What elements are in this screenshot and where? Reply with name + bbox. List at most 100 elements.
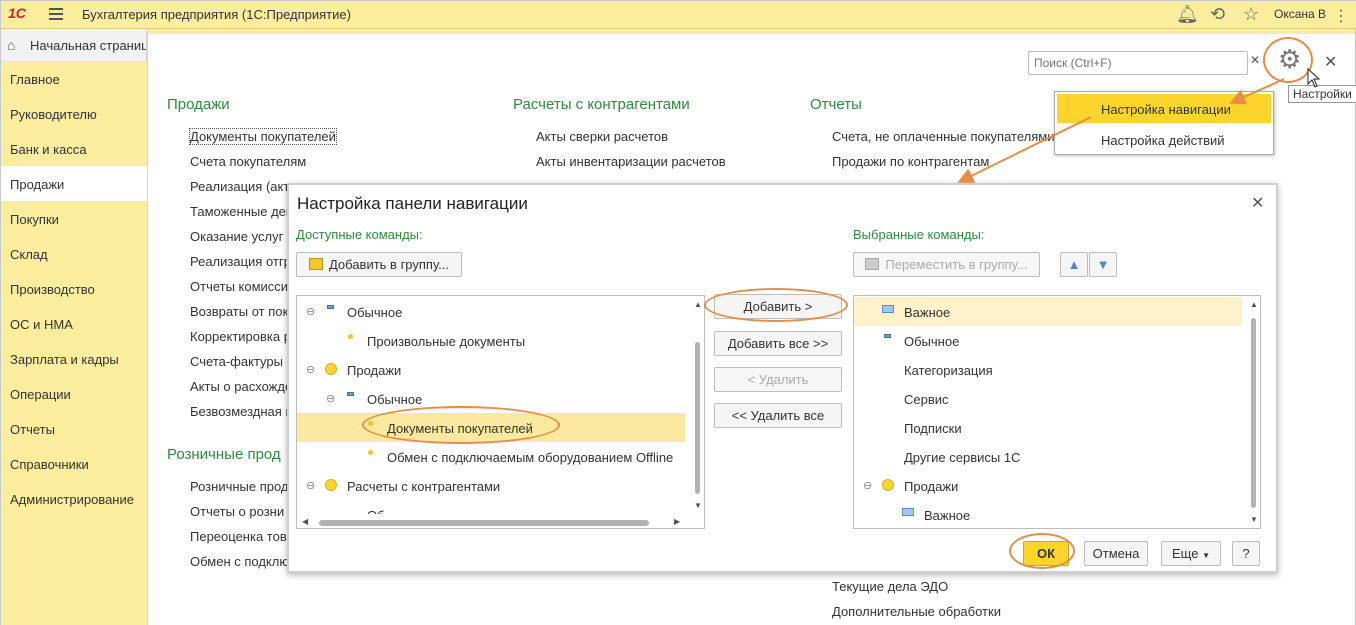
sidebar-item-production[interactable]: Производство	[1, 271, 147, 306]
sidebar-item-administration[interactable]: Администрирование	[1, 481, 147, 516]
vertical-scrollbar[interactable]: ▲ ▼	[1248, 296, 1260, 528]
add-to-group-button[interactable]: Добавить в группу...	[296, 252, 462, 277]
link-shipment-sales[interactable]: Реализация отгр	[190, 254, 291, 269]
link-customs-declarations[interactable]: Таможенные дек	[190, 204, 292, 219]
link-customer-returns[interactable]: Возвраты от пок	[190, 304, 288, 319]
collapse-icon[interactable]: ⊖	[863, 479, 872, 492]
sidebar-item-operations[interactable]: Операции	[1, 376, 147, 411]
link-customer-invoices[interactable]: Счета покупателям	[190, 154, 306, 169]
link-free-transfer[interactable]: Безвозмездная п	[190, 404, 292, 419]
vertical-scrollbar[interactable]: ▲ ▼	[692, 296, 704, 528]
scroll-up-icon[interactable]: ▲	[1250, 300, 1258, 309]
tree-row-selected[interactable]: Документы покупателей	[297, 413, 685, 442]
scroll-down-icon[interactable]: ▼	[1250, 515, 1258, 524]
tree-row[interactable]: Обычное	[854, 326, 1260, 355]
gear-icon[interactable]: ⚙	[1278, 46, 1301, 72]
collapse-icon[interactable]: ⊖	[306, 479, 315, 492]
ok-button[interactable]: ОК	[1023, 541, 1069, 566]
tree-row[interactable]: Сервис	[854, 384, 1260, 413]
cancel-button[interactable]: Отмена	[1084, 541, 1148, 566]
link-equipment-exchange[interactable]: Обмен с подклю	[190, 554, 289, 569]
remove-button[interactable]: < Удалить	[714, 367, 842, 392]
main-menu-icon[interactable]	[49, 8, 63, 20]
link-discrepancy-acts[interactable]: Акты о расхожде	[190, 379, 292, 394]
sidebar-item-bank[interactable]: Банк и касса	[1, 131, 147, 166]
sidebar-item-main[interactable]: Главное	[1, 61, 147, 96]
history-icon[interactable]: ⟲	[1210, 4, 1225, 24]
search-input[interactable]	[1029, 52, 1223, 74]
selected-commands-tree[interactable]: Важное Обычное Категоризация Сервис Подп…	[853, 295, 1261, 529]
tree-row[interactable]: ⊖ Расчеты с контрагентами	[297, 471, 704, 500]
tree-row-label: Важное	[904, 305, 951, 320]
search-clear-icon[interactable]: ✕	[1250, 53, 1264, 67]
menu-item-actions-settings[interactable]: Настройка действий	[1057, 125, 1271, 154]
tree-row[interactable]: Об	[297, 500, 704, 514]
tree-row[interactable]: Обмен с подключаемым оборудованием Offli…	[297, 442, 704, 471]
link-inventory-acts[interactable]: Акты инвентаризации расчетов	[536, 154, 726, 169]
help-button[interactable]: ?	[1232, 541, 1260, 566]
user-name[interactable]: Оксана В	[1274, 7, 1326, 21]
dialog-close-icon[interactable]: ✕	[1251, 193, 1264, 213]
link-retail-reports[interactable]: Отчеты о розни	[190, 504, 284, 519]
sidebar-item-reports[interactable]: Отчеты	[1, 411, 147, 446]
sidebar-item-sales[interactable]: Продажи	[1, 166, 147, 201]
tree-row[interactable]: Важное	[854, 500, 1260, 528]
section-icon	[882, 479, 894, 491]
tree-row[interactable]: ⊖ Продажи	[297, 355, 704, 384]
tree-row[interactable]: Категоризация	[854, 355, 1260, 384]
tree-row[interactable]: ⊖ Обычное	[297, 384, 704, 413]
scroll-left-icon[interactable]: ◀	[302, 517, 308, 526]
remove-all-button[interactable]: << Удалить все	[714, 403, 842, 428]
collapse-icon[interactable]: ⊖	[306, 363, 315, 376]
tree-row[interactable]: ⊖ Обычное	[297, 297, 704, 326]
bell-icon[interactable]: 🔔︎	[1176, 4, 1199, 24]
mouse-cursor-icon	[1307, 68, 1321, 88]
sidebar-item-directories[interactable]: Справочники	[1, 446, 147, 481]
sidebar-item-warehouse[interactable]: Склад	[1, 236, 147, 271]
home-page-tab[interactable]: ⌂ Начальная страница	[1, 29, 147, 61]
move-up-button[interactable]: ▲	[1060, 252, 1088, 277]
sidebar-item-payroll[interactable]: Зарплата и кадры	[1, 341, 147, 376]
link-extra-processing[interactable]: Дополнительные обработки	[832, 604, 1001, 619]
scroll-up-icon[interactable]: ▲	[694, 300, 702, 309]
link-customer-documents[interactable]: Документы покупателей	[189, 128, 337, 145]
tree-row-selected[interactable]: Важное	[854, 297, 1242, 326]
move-to-group-button[interactable]: Переместить в группу...	[853, 252, 1040, 277]
sidebar-item-fixed-assets[interactable]: ОС и НМА	[1, 306, 147, 341]
available-commands-tree[interactable]: ⊖ Обычное Произвольные документы ⊖ Прода…	[296, 295, 705, 529]
add-all-button[interactable]: Добавить все >>	[714, 331, 842, 356]
tree-row[interactable]: Подписки	[854, 413, 1260, 442]
collapse-icon[interactable]: ⊖	[326, 392, 335, 405]
link-vat-invoices[interactable]: Счета-фактуры в	[190, 354, 294, 369]
link-unpaid-invoices[interactable]: Счета, не оплаченные покупателями	[832, 129, 1054, 144]
more-button[interactable]: Еще ▼	[1161, 541, 1221, 566]
move-down-button[interactable]: ▼	[1089, 252, 1117, 277]
sidebar-item-manager[interactable]: Руководителю	[1, 96, 147, 131]
link-sales-act[interactable]: Реализация (акт	[190, 179, 289, 194]
tree-row[interactable]: Произвольные документы	[297, 326, 704, 355]
more-icon[interactable]: ⋮	[1331, 6, 1351, 26]
link-reconciliation-acts[interactable]: Акты сверки расчетов	[536, 129, 668, 144]
close-icon[interactable]: ✕	[1324, 52, 1337, 72]
scroll-right-icon[interactable]: ▶	[674, 517, 680, 526]
tree-row[interactable]: Другие сервисы 1С	[854, 442, 1260, 471]
link-revaluation[interactable]: Переоценка това	[190, 529, 294, 544]
scroll-thumb[interactable]	[1251, 318, 1256, 508]
tree-row[interactable]: ⊖ Продажи	[854, 471, 1260, 500]
scroll-thumb[interactable]	[695, 342, 700, 494]
link-commission-reports[interactable]: Отчеты комисси	[190, 279, 288, 294]
add-to-group-label: Добавить в группу...	[328, 257, 450, 272]
menu-item-navigation-settings[interactable]: Настройка навигации	[1057, 94, 1271, 123]
horizontal-scrollbar[interactable]: ◀ ▶	[297, 517, 695, 528]
scroll-thumb[interactable]	[319, 520, 649, 526]
add-button[interactable]: Добавить >	[714, 294, 842, 319]
link-sales-by-counterparty[interactable]: Продажи по контрагентам	[832, 154, 989, 169]
collapse-icon[interactable]: ⊖	[306, 305, 315, 318]
link-edo-tasks[interactable]: Текущие дела ЭДО	[832, 579, 948, 594]
sidebar-item-purchases[interactable]: Покупки	[1, 201, 147, 236]
link-sales-corrections[interactable]: Корректировка р	[190, 329, 291, 344]
link-services[interactable]: Оказание услуг	[190, 229, 283, 244]
link-retail-sales[interactable]: Розничные прод	[190, 479, 289, 494]
scroll-down-icon[interactable]: ▼	[694, 501, 702, 510]
star-icon[interactable]: ☆	[1243, 4, 1259, 24]
